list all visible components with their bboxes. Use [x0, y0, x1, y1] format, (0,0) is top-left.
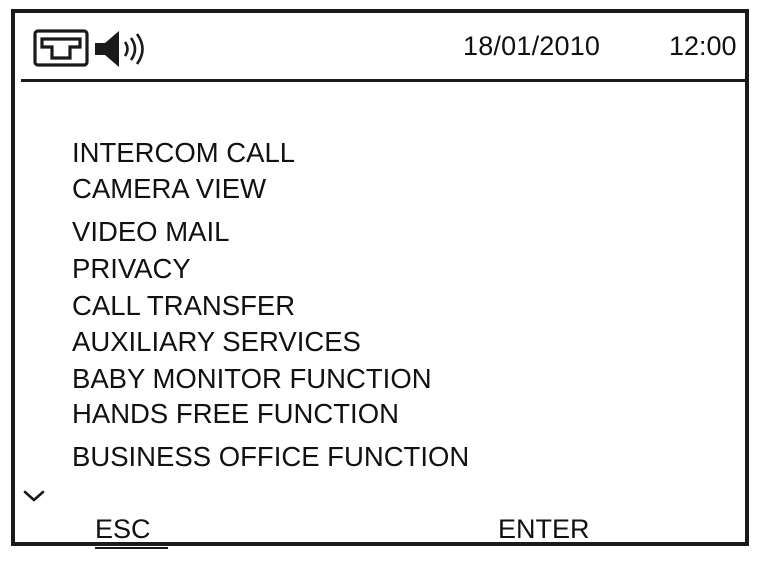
menu-item-call-transfer[interactable]: CALL TRANSFER	[72, 290, 295, 322]
menu-item-intercom-call[interactable]: INTERCOM CALL	[72, 137, 295, 169]
status-icons	[33, 29, 144, 67]
status-time: 12:00	[669, 31, 737, 61]
menu-item-video-mail[interactable]: VIDEO MAIL	[72, 216, 229, 248]
status-date: 18/01/2010	[463, 31, 601, 61]
menu-item-camera-view[interactable]: CAMERA VIEW	[72, 173, 266, 205]
enter-softkey[interactable]: ENTER	[498, 513, 590, 545]
esc-underline	[95, 547, 168, 549]
intercom-handset-icon	[33, 29, 89, 67]
menu-item-auxiliary-services[interactable]: AUXILIARY SERVICES	[72, 326, 361, 358]
speaker-volume-icon	[95, 31, 144, 67]
esc-softkey[interactable]: ESC	[95, 513, 151, 545]
status-divider	[21, 79, 745, 82]
status-bar: 18/01/2010 12:00	[15, 13, 745, 82]
chevron-down-icon[interactable]	[23, 489, 45, 503]
menu-item-privacy[interactable]: PRIVACY	[72, 253, 191, 285]
menu-item-business-office-function[interactable]: BUSINESS OFFICE FUNCTION	[72, 441, 469, 473]
menu-item-baby-monitor-function[interactable]: BABY MONITOR FUNCTION	[72, 363, 432, 395]
device-screen: 18/01/2010 12:00 INTERCOM CALL CAMERA VI…	[11, 9, 749, 549]
menu-item-hands-free-function[interactable]: HANDS FREE FUNCTION	[72, 398, 399, 430]
